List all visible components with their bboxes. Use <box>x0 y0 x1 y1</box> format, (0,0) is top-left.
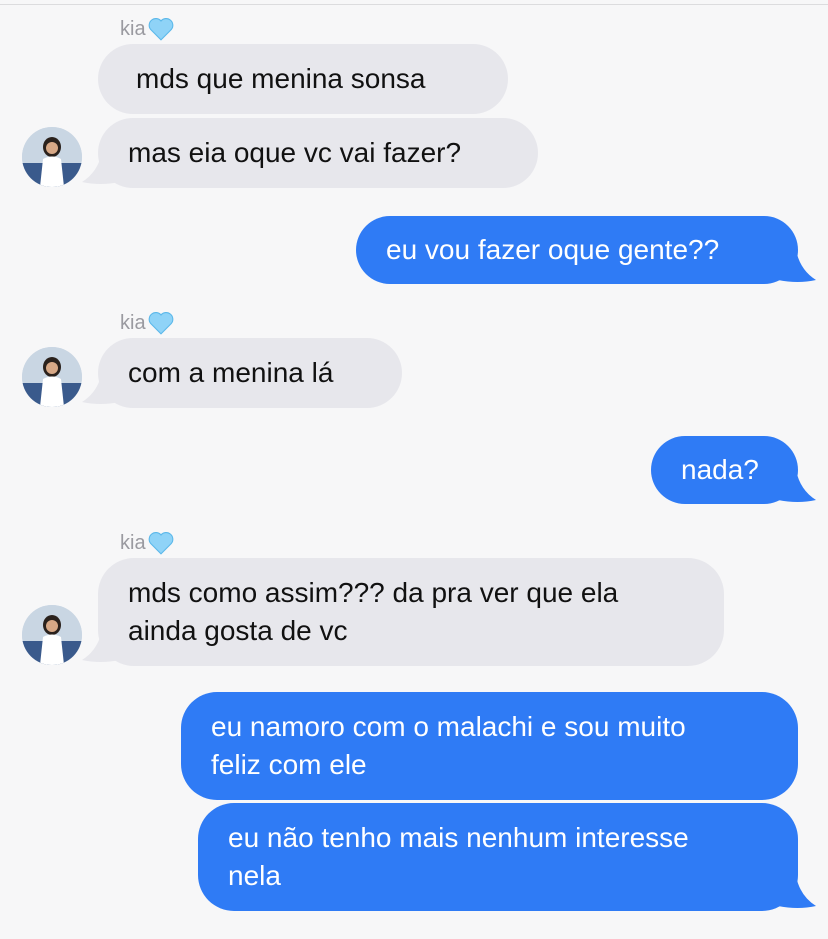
message-bubble-incoming[interactable]: mas eia oque vc vai fazer? <box>98 118 538 188</box>
avatar-photo-icon <box>22 605 82 665</box>
bubble-tail-outgoing <box>778 250 816 282</box>
bubble-tail-outgoing <box>778 876 816 908</box>
blue-heart-icon <box>148 312 173 335</box>
sender-label: kia <box>120 17 174 41</box>
message-text-line: eu não tenho mais nenhum interesse <box>228 822 689 853</box>
message-bubble-outgoing[interactable]: eu não tenho mais nenhum interesse nela <box>198 803 798 911</box>
message-bubble-outgoing[interactable]: eu vou fazer oque gente?? <box>356 216 798 284</box>
message-text: mds que menina sonsa <box>136 63 426 94</box>
sender-name: kia <box>120 311 146 334</box>
message-bubble-incoming[interactable]: com a menina lá <box>98 338 402 408</box>
message-text-line: ainda gosta de vc <box>128 615 348 646</box>
message-text: eu vou fazer oque gente?? <box>386 234 720 265</box>
message-bubble-incoming[interactable]: mds como assim??? da pra ver que ela ain… <box>98 558 724 666</box>
sender-label: kia <box>120 311 174 335</box>
sender-name: kia <box>120 531 146 554</box>
message-bubble-outgoing[interactable]: nada? <box>651 436 798 504</box>
bubble-tail-incoming <box>82 372 120 404</box>
message-text-line: eu namoro com o malachi e sou muito <box>211 711 686 742</box>
contact-avatar[interactable] <box>22 127 82 187</box>
bubble-tail-incoming <box>82 152 120 184</box>
bubble-tail-incoming <box>82 630 120 662</box>
contact-avatar[interactable] <box>22 605 82 665</box>
message-text-line: mds como assim??? da pra ver que ela <box>128 577 619 608</box>
top-divider <box>0 0 828 5</box>
blue-heart-icon <box>148 18 173 41</box>
avatar-photo-icon <box>22 127 82 187</box>
message-text: nada? <box>681 454 759 485</box>
sender-label: kia <box>120 531 174 555</box>
blue-heart-icon <box>148 532 173 555</box>
sender-name: kia <box>120 17 146 40</box>
message-text: com a menina lá <box>128 357 334 388</box>
avatar-photo-icon <box>22 347 82 407</box>
message-text-line: nela <box>228 860 281 891</box>
message-text-line: feliz com ele <box>211 749 367 780</box>
bubble-tail-outgoing <box>778 470 816 502</box>
message-bubble-outgoing[interactable]: eu namoro com o malachi e sou muito feli… <box>181 692 798 800</box>
message-text: mas eia oque vc vai fazer? <box>128 137 462 168</box>
contact-avatar[interactable] <box>22 347 82 407</box>
message-bubble-incoming[interactable]: mds que menina sonsa <box>98 44 508 114</box>
